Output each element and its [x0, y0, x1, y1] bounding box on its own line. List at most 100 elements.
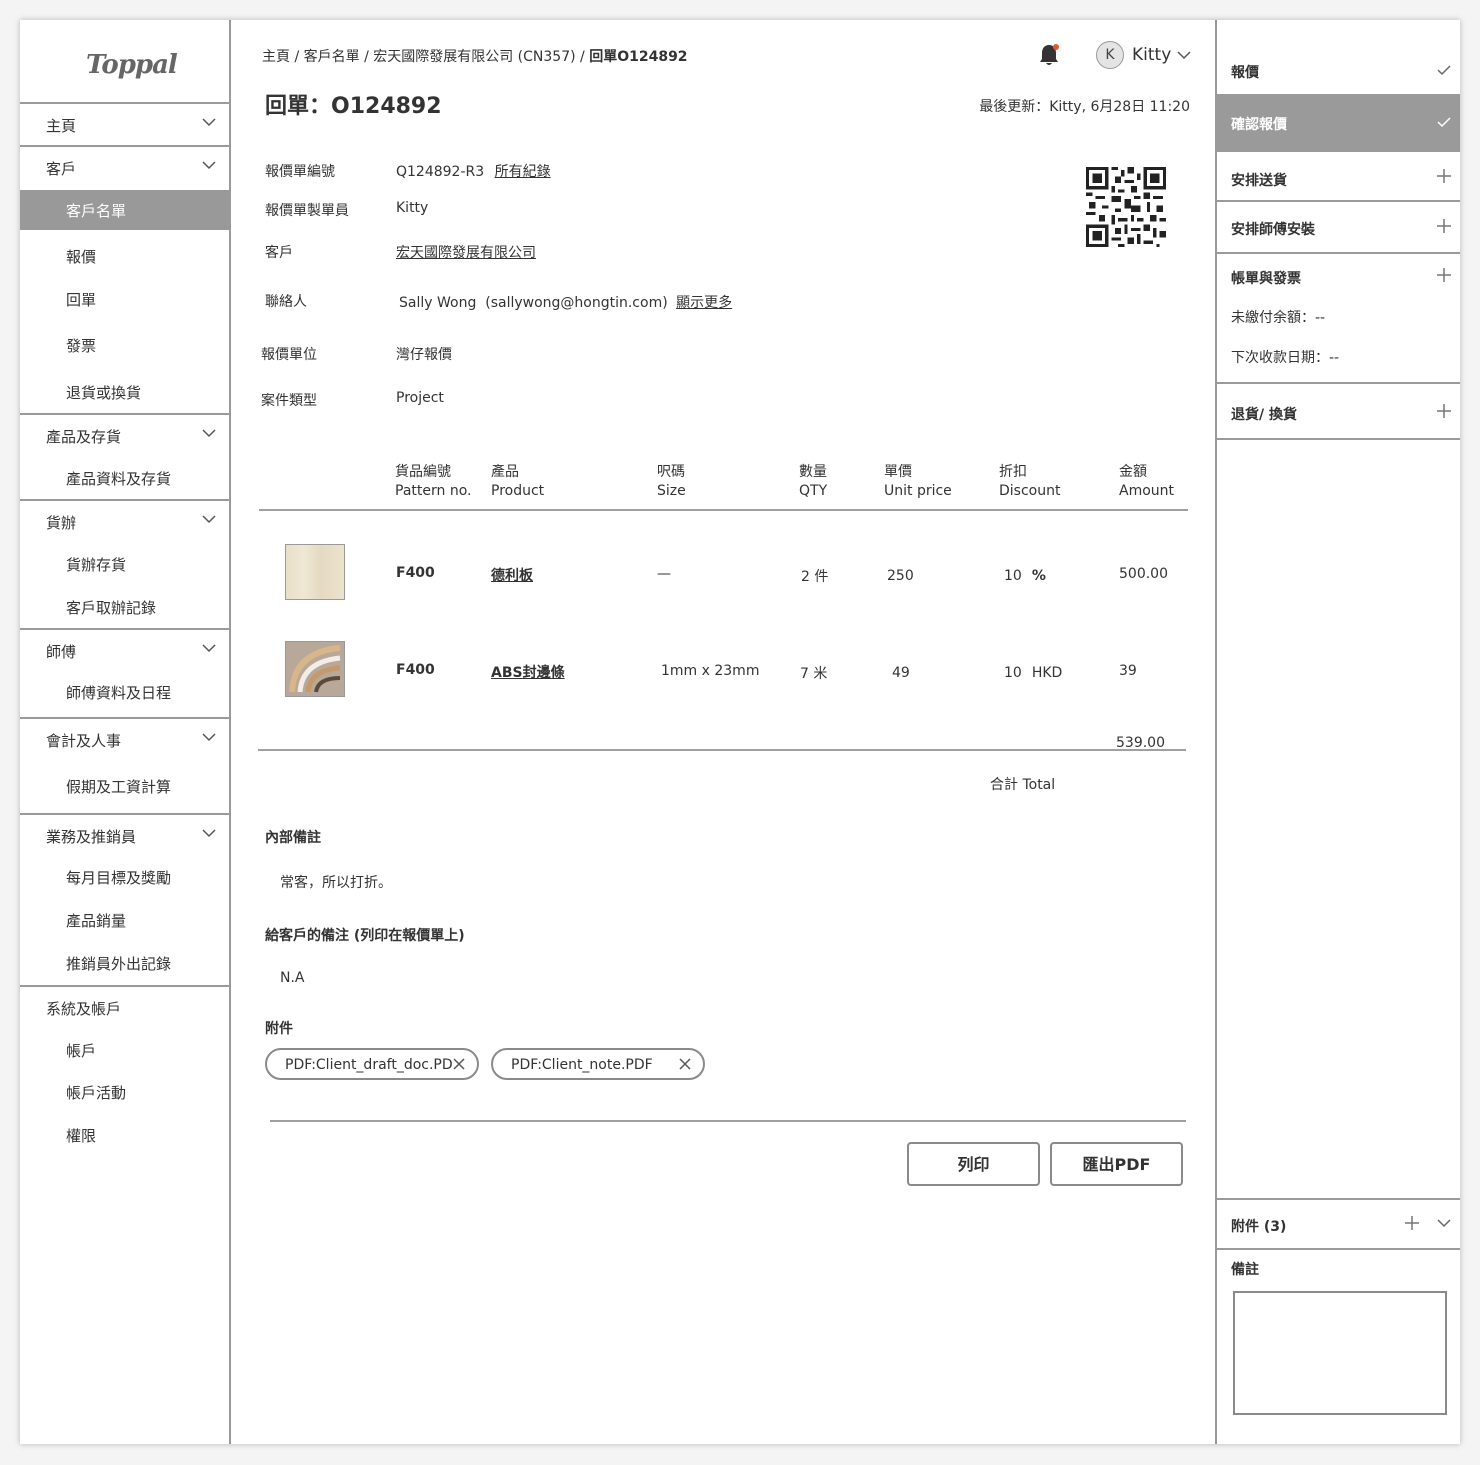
step-billing-invoice[interactable]: 帳單與發票 未繳付余額：-- 下次收款日期：--: [1217, 254, 1460, 384]
footer-divider: [270, 1120, 1186, 1122]
unpaid-balance: 未繳付余額：--: [1231, 310, 1326, 326]
row1-product-link[interactable]: 德利板: [491, 565, 533, 585]
row1-price[interactable]: 250: [887, 568, 914, 584]
sidebar-section-customers[interactable]: 客戶: [20, 145, 229, 189]
export-pdf-button[interactable]: 匯出PDF: [1050, 1142, 1183, 1186]
chevron-down-icon[interactable]: [1436, 1215, 1452, 1231]
sidebar-section-accounting[interactable]: 會計及人事: [20, 717, 229, 761]
chevron-down-icon: [202, 161, 216, 170]
customer-link[interactable]: 宏天國際發展有限公司: [396, 242, 536, 262]
show-more-link[interactable]: 顯示更多: [676, 295, 732, 311]
sidebar-item-payroll[interactable]: 假期及工資計算: [20, 766, 229, 806]
sidebar-item-quotes[interactable]: 報價: [20, 236, 229, 276]
sidebar-item-label: 貨辦存貨: [66, 556, 127, 574]
next-payment-date: 下次收款日期：--: [1231, 350, 1340, 366]
sidebar-item-returns[interactable]: 退貨或換貨: [20, 372, 229, 412]
sidebar-item-product-sales[interactable]: 產品銷量: [20, 900, 229, 940]
bell-icon[interactable]: [1037, 42, 1061, 68]
sidebar-section-home[interactable]: 主頁: [20, 102, 229, 146]
sidebar-item-account-activity[interactable]: 帳戶活動: [20, 1072, 229, 1112]
sidebar-item-invoices[interactable]: 發票: [20, 325, 229, 365]
row2-pattern: F400: [396, 662, 435, 678]
sidebar-item-monthly-target[interactable]: 每月目標及獎勵: [20, 857, 229, 897]
sidebar-item-accounts[interactable]: 帳戶: [20, 1030, 229, 1070]
step-arrange-delivery[interactable]: 安排送貨: [1217, 152, 1460, 202]
sidebar-item-sales-visits[interactable]: 推銷員外出記錄: [20, 943, 229, 983]
sidebar-section-label: 業務及推銷員: [46, 828, 137, 846]
chevron-down-icon[interactable]: [1176, 48, 1192, 62]
maker-value: Kitty: [396, 200, 429, 216]
col-header-size: 呎碼 Size: [657, 464, 686, 499]
sidebar-section-label: 師傅: [46, 643, 77, 661]
sidebar-item-label: 產品銷量: [66, 912, 127, 930]
step-confirm-quote[interactable]: 確認報價: [1217, 96, 1460, 152]
sidebar-section-sales[interactable]: 業務及推銷員: [20, 813, 229, 857]
chevron-down-icon: [202, 515, 216, 524]
sidebar-section-samples[interactable]: 貨辦: [20, 499, 229, 543]
breadcrumb-current: 回單O124892: [589, 49, 688, 65]
sidebar-section-label: 會計及人事: [46, 732, 122, 750]
unit-label: 報價單位: [261, 347, 317, 363]
sidebar-item-customer-list[interactable]: 客戶名單: [20, 190, 229, 230]
sidebar-section-label: 客戶: [46, 160, 77, 178]
sidebar-section-system[interactable]: 系統及帳戶: [20, 985, 229, 1029]
user-name[interactable]: Kitty: [1132, 45, 1171, 65]
sidebar-item-label: 回單: [66, 291, 97, 309]
notes-textarea[interactable]: [1233, 1291, 1447, 1415]
plus-icon[interactable]: [1404, 1215, 1420, 1231]
sidebar-item-label: 每月目標及獎勵: [66, 869, 172, 887]
step-label: 確認報價: [1231, 117, 1287, 133]
sidebar-item-product-data[interactable]: 產品資料及存貨: [20, 458, 229, 498]
sidebar-section-products[interactable]: 產品及存貨: [20, 413, 229, 457]
sidebar-item-label: 發票: [66, 337, 97, 355]
breadcrumb[interactable]: 主頁 / 客戶名單 / 宏天國際發展有限公司 (CN357) / 回單O1248…: [262, 46, 688, 66]
chevron-down-icon: [202, 733, 216, 742]
sidebar-section-workers[interactable]: 師傅: [20, 628, 229, 672]
sidebar-item-label: 產品資料及存貨: [66, 470, 172, 488]
total-label: 合計 Total: [990, 777, 1056, 793]
sidebar-item-label: 師傅資料及日程: [66, 684, 172, 702]
attachment-chip[interactable]: PDF:Client_note.PDF: [491, 1048, 705, 1080]
quote-no-value: Q124892-R3 所有紀錄: [396, 161, 551, 181]
row1-discount[interactable]: 10%: [1004, 568, 1046, 584]
sidebar-item-receipts[interactable]: 回單: [20, 279, 229, 319]
sidebar-item-sample-stock[interactable]: 貨辦存貨: [20, 544, 229, 584]
print-button[interactable]: 列印: [907, 1142, 1040, 1186]
notes-label: 備註: [1231, 1262, 1259, 1278]
step-arrange-installation[interactable]: 安排師傅安裝: [1217, 202, 1460, 254]
breadcrumb-path[interactable]: 主頁 / 客戶名單 / 宏天國際發展有限公司 (CN357) /: [262, 49, 589, 65]
sidebar-item-label: 客戶取辦記錄: [66, 599, 157, 617]
attachment-chip[interactable]: PDF:Client_draft_doc.PD: [265, 1048, 479, 1080]
close-icon[interactable]: [453, 1058, 465, 1070]
chevron-down-icon: [202, 429, 216, 438]
sidebar-section-label: 主頁: [46, 117, 77, 135]
sidebar-item-worker-schedule[interactable]: 師傅資料及日程: [20, 672, 229, 712]
row1-pattern: F400: [396, 565, 435, 581]
sidebar-item-label: 帳戶活動: [66, 1084, 127, 1102]
contact-label: 聯絡人: [265, 294, 307, 310]
row2-size: 1mm x 23mm: [661, 663, 760, 679]
last-updated: 最後更新：Kitty, 6月28日 11:20: [979, 99, 1190, 115]
plus-icon[interactable]: [1436, 267, 1452, 283]
attachment-filename: PDF:Client_draft_doc.PD: [285, 1057, 453, 1073]
row1-qty[interactable]: 2 件: [801, 566, 828, 586]
customer-label: 客戶: [265, 245, 293, 261]
row2-product-link[interactable]: ABS封邊條: [491, 662, 565, 682]
attachments-section[interactable]: 附件 (3): [1217, 1198, 1460, 1250]
plus-icon[interactable]: [1436, 218, 1452, 234]
step-label: 安排師傅安裝: [1231, 222, 1315, 238]
step-returns-exchange[interactable]: 退貨/ 換貨: [1217, 384, 1460, 440]
avatar[interactable]: K: [1096, 41, 1124, 69]
plus-icon[interactable]: [1436, 403, 1452, 419]
row2-discount[interactable]: 10 HKD: [1004, 665, 1062, 681]
step-label: 安排送貨: [1231, 173, 1287, 189]
row2-qty[interactable]: 7 米: [800, 663, 827, 683]
sidebar-item-sample-pickup[interactable]: 客戶取辦記錄: [20, 587, 229, 627]
row2-price[interactable]: 49: [892, 665, 910, 681]
sidebar-item-permissions[interactable]: 權限: [20, 1115, 229, 1155]
close-icon[interactable]: [679, 1058, 691, 1070]
plus-icon[interactable]: [1436, 168, 1452, 184]
all-records-link[interactable]: 所有紀錄: [495, 164, 551, 180]
client-notes-text: N.A: [280, 970, 305, 986]
step-quote[interactable]: 報價: [1217, 44, 1460, 96]
